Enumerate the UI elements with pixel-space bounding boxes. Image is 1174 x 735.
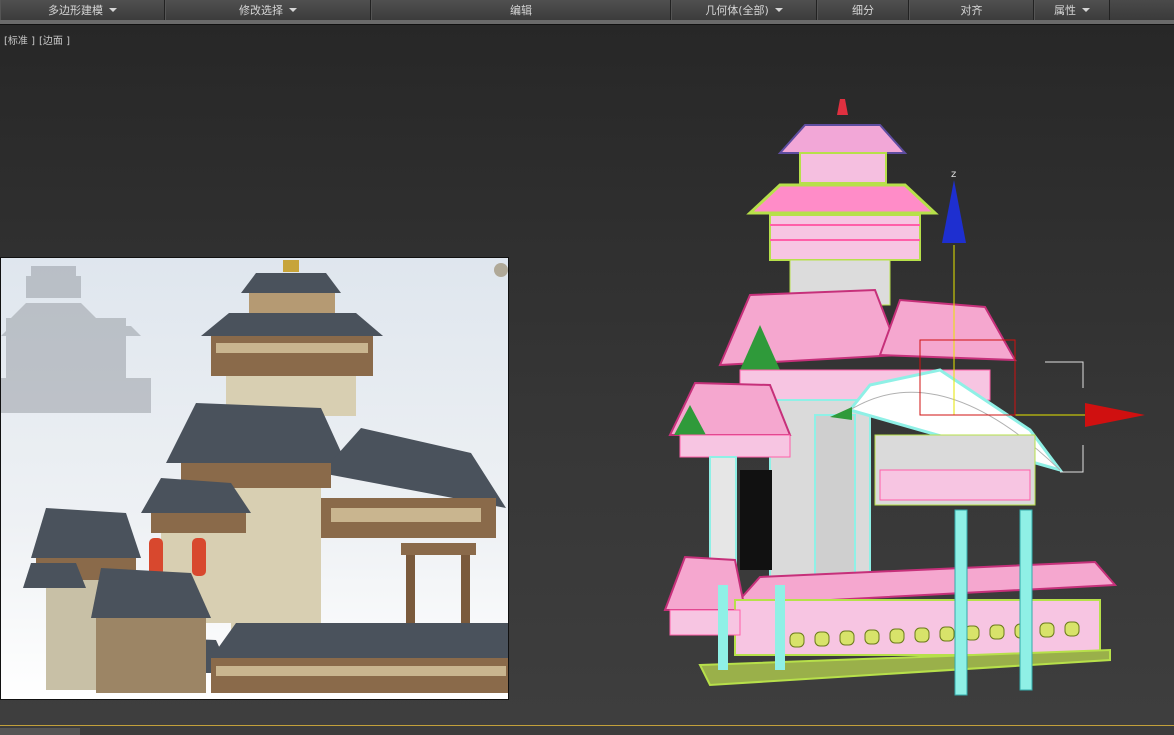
ribbon: 多边形建模 修改选择 编辑 几何体(全部) 细分 对齐 属性	[0, 0, 1174, 21]
tab-subdivision[interactable]: 细分	[817, 0, 909, 20]
dropdown-arrow-icon	[289, 8, 297, 12]
dropdown-arrow-icon	[774, 8, 783, 12]
wireframe-building-model[interactable]: z	[640, 85, 1174, 725]
tab-label: 细分	[852, 4, 874, 17]
reference-building-illustration	[1, 260, 508, 693]
tab-edit[interactable]: 编辑	[371, 0, 671, 20]
tab-label: 几何体(全部)	[705, 4, 769, 17]
tab-label: 对齐	[960, 4, 983, 17]
tab-geometry-all[interactable]: 几何体(全部)	[671, 0, 817, 20]
tab-label: 编辑	[510, 4, 532, 17]
viewport-view-menu[interactable]: [标准 ]	[4, 36, 35, 47]
tab-label: 属性	[1054, 4, 1076, 17]
reference-image-panel	[0, 257, 509, 700]
gizmo-z-axis-icon[interactable]	[942, 180, 966, 243]
tab-polygon-modeling[interactable]: 多边形建模	[0, 0, 165, 20]
tab-label: 修改选择	[239, 4, 283, 17]
dropdown-arrow-icon	[109, 8, 117, 12]
tab-align[interactable]: 对齐	[909, 0, 1034, 20]
tab-modify-selection[interactable]: 修改选择	[165, 0, 371, 20]
gizmo-x-axis-icon[interactable]	[1085, 403, 1145, 427]
tab-properties[interactable]: 属性	[1034, 0, 1110, 20]
tab-label: 多边形建模	[48, 4, 103, 17]
viewport-label[interactable]: [标准 ] [边面 ]	[4, 32, 74, 47]
gizmo-z-label: z	[951, 169, 956, 180]
perspective-viewport[interactable]: [标准 ] [边面 ] z	[0, 25, 1174, 725]
dropdown-arrow-icon	[1082, 8, 1090, 12]
viewport-shading-menu[interactable]: [边面 ]	[39, 36, 70, 47]
